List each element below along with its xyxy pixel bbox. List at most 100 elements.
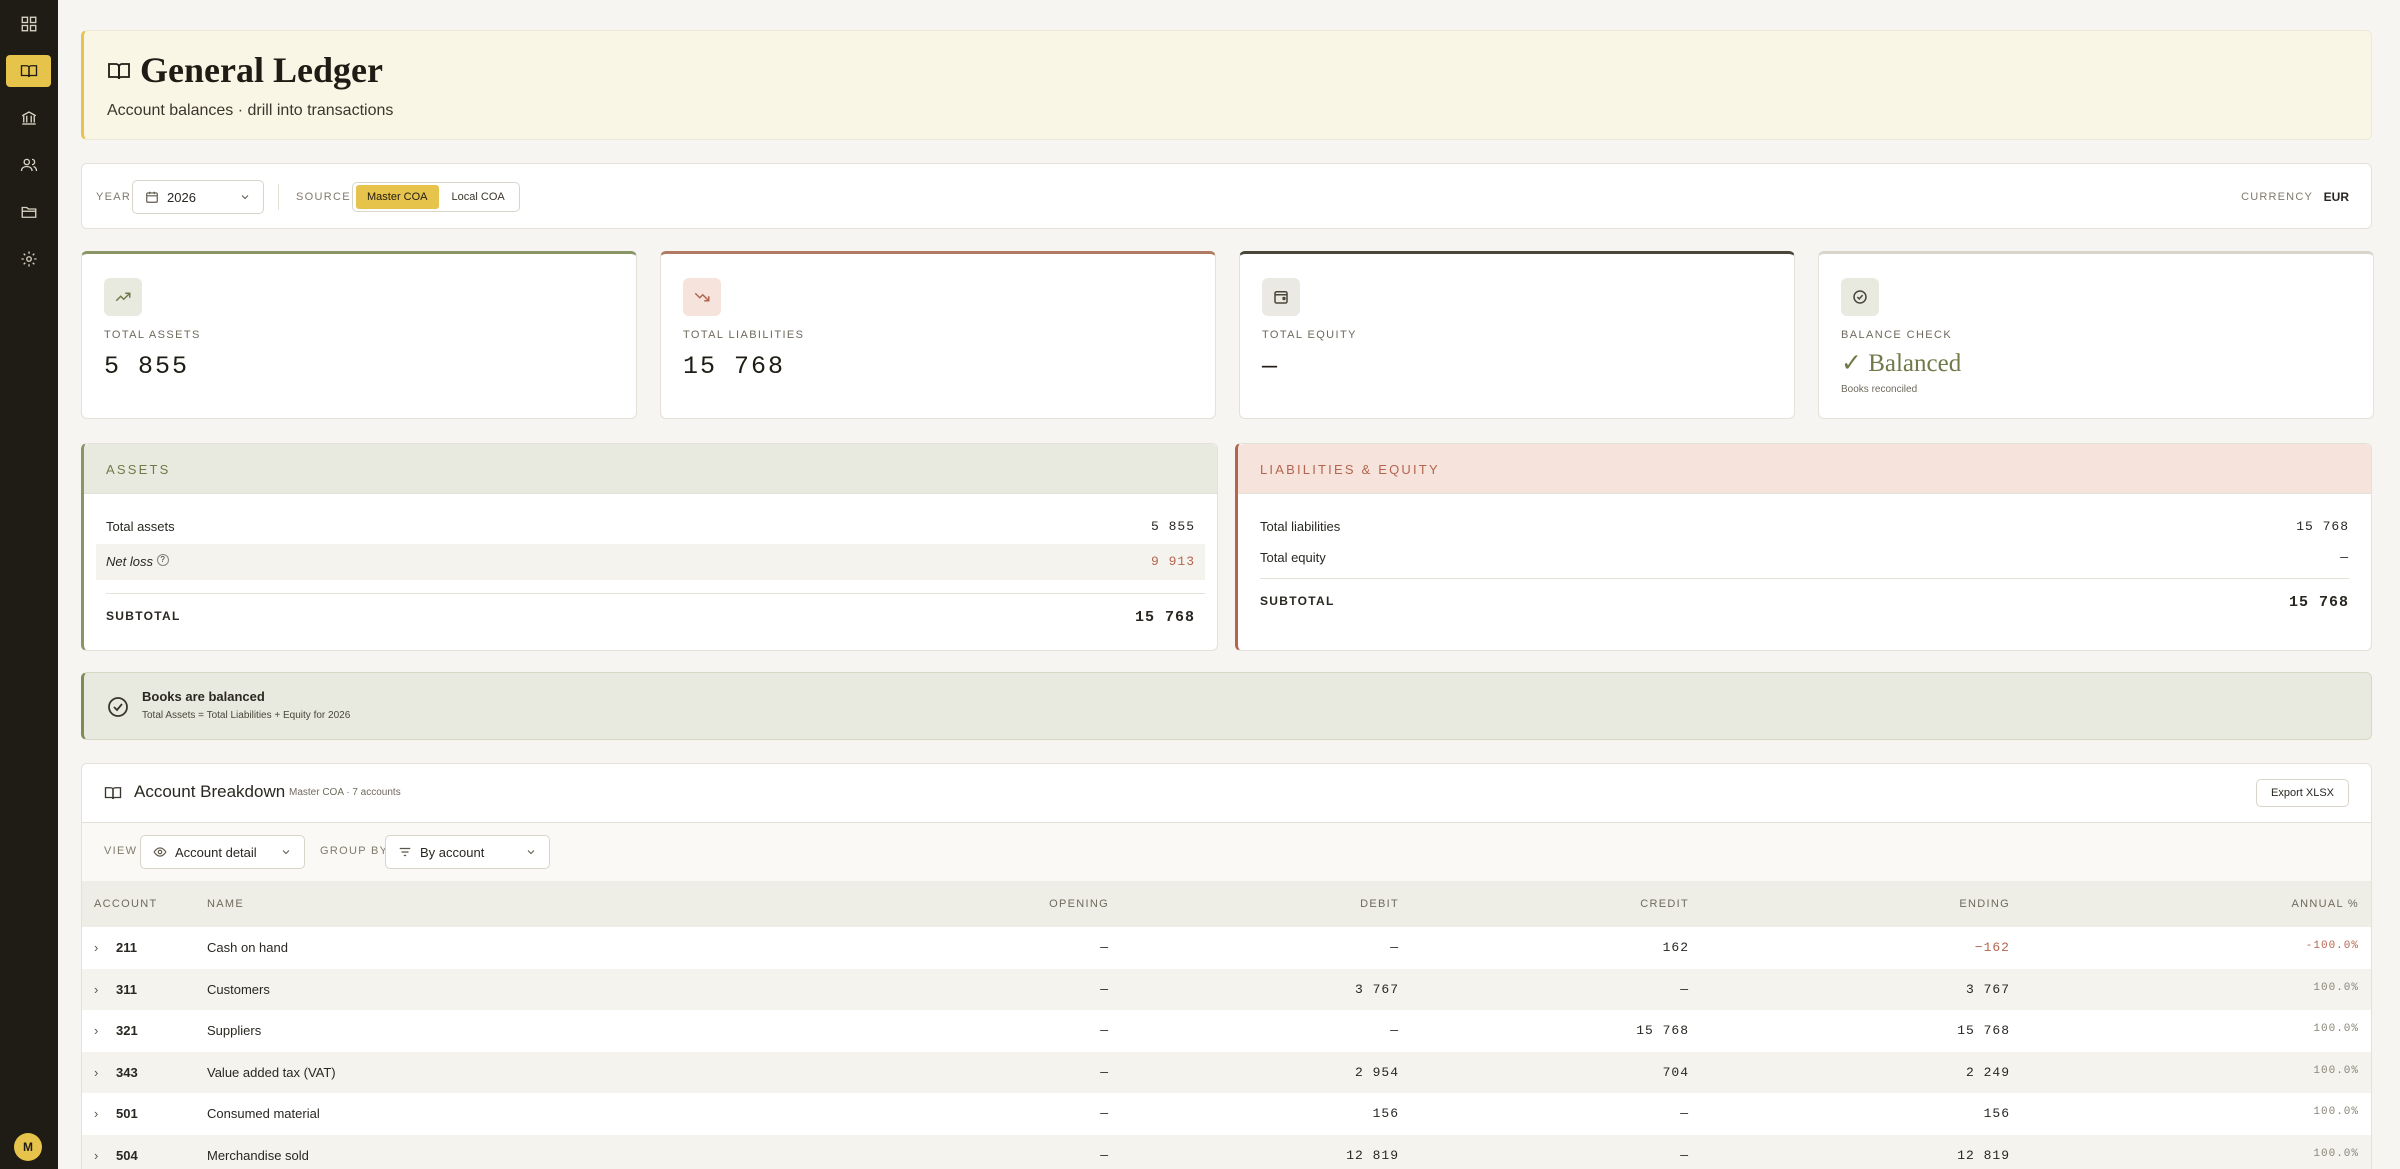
cell-opening: — [1100, 1064, 1109, 1080]
check-circle-icon [1841, 278, 1879, 316]
liabilities-title: LIABILITIES & EQUITY [1260, 462, 1440, 477]
view-label: VIEW [104, 845, 138, 857]
cell-ending: 12 819 [1957, 1147, 2010, 1163]
eye-icon [153, 847, 167, 857]
cell-account: 321 [116, 1023, 138, 1038]
source-option-local[interactable]: Local COA [441, 185, 516, 209]
sidebar-item-folders[interactable] [6, 196, 51, 228]
cell-name: Value added tax (VAT) [207, 1064, 336, 1080]
table-row[interactable]: › 211 Cash on hand — — 162 −162 -100.0% [82, 927, 2371, 968]
sidebar-item-bank[interactable] [6, 102, 51, 134]
year-value: 2026 [167, 189, 196, 205]
divider [1260, 578, 2349, 579]
cell-annual: 100.0% [2313, 1147, 2359, 1160]
sidebar-item-settings[interactable] [6, 243, 51, 275]
row-label: Total assets [106, 519, 175, 534]
cell-ending: 2 249 [1965, 1064, 2010, 1080]
cell-debit: 156 [1372, 1106, 1399, 1121]
group-by-select[interactable]: By account [385, 835, 550, 869]
cell-credit: — [1680, 1106, 1689, 1121]
chevron-right-icon[interactable]: › [94, 1148, 104, 1163]
column-header[interactable]: ENDING [1959, 898, 2010, 910]
cell-account: 501 [116, 1106, 138, 1121]
export-xlsx-button[interactable]: Export XLSX [2256, 779, 2349, 807]
subtotal-value: 15 768 [2288, 594, 2349, 611]
sidebar: M [0, 0, 58, 1169]
year-select[interactable]: 2026 [132, 180, 264, 214]
divider [106, 593, 1205, 594]
view-select[interactable]: Account detail [140, 835, 305, 869]
assets-row: Total assets 5 855 [106, 519, 1195, 534]
cell-credit: 162 [1662, 940, 1689, 955]
assets-subtotal: SUBTOTAL 15 768 [106, 609, 1195, 626]
dashboard-icon [21, 16, 36, 32]
account-breakdown: Account Breakdown Master COA · 7 account… [81, 763, 2372, 1169]
chevron-right-icon[interactable]: › [94, 1065, 104, 1080]
expand-toggle[interactable]: › [94, 1023, 104, 1038]
table-row[interactable]: › 311 Customers — 3 767 — 3 767 100.0% [82, 968, 2371, 1010]
sidebar-item-dashboard[interactable] [6, 8, 51, 40]
column-header[interactable]: DEBIT [1360, 898, 1399, 910]
row-value: 15 768 [2296, 519, 2349, 534]
book-icon [20, 65, 37, 78]
currency-label: CURRENCY [2241, 191, 2313, 203]
column-header[interactable]: ANNUAL % [2292, 898, 2359, 910]
sidebar-item-users[interactable] [6, 149, 51, 181]
cell-ending: 3 767 [1965, 981, 2010, 997]
chevron-right-icon[interactable]: › [94, 1023, 104, 1038]
expand-toggle[interactable]: › [94, 1148, 104, 1163]
column-header[interactable]: CREDIT [1640, 898, 1689, 910]
divider [278, 184, 279, 210]
cell-annual: 100.0% [2313, 1106, 2359, 1118]
page-title: General Ledger [140, 50, 383, 90]
cell-opening: — [1100, 981, 1109, 997]
expand-toggle[interactable]: › [94, 940, 104, 955]
cell-account: 211 [116, 940, 137, 955]
liabilities-row: Total liabilities 15 768 [1260, 519, 2349, 534]
table-row[interactable]: › 343 Value added tax (VAT) — 2 954 704 2 249 1… [82, 1051, 2371, 1093]
kpi-value: 5 855 [104, 352, 190, 381]
assets-title: ASSETS [106, 462, 171, 477]
column-header[interactable]: NAME [207, 898, 244, 910]
expand-toggle[interactable]: › [94, 1106, 104, 1121]
source-option-master[interactable]: Master COA [356, 185, 439, 209]
column-header[interactable]: ACCOUNT [94, 898, 158, 910]
chevron-right-icon[interactable]: › [94, 1106, 104, 1121]
column-header[interactable]: OPENING [1049, 898, 1109, 910]
cell-debit: — [1390, 1023, 1399, 1038]
info-icon[interactable]: ? [156, 554, 169, 566]
filter-icon [399, 847, 411, 857]
cell-account: 504 [116, 1147, 138, 1163]
liabilities-row: Total equity — [1260, 550, 2349, 565]
sidebar-item-ledger[interactable] [6, 55, 51, 87]
row-label: Net loss ? [106, 554, 169, 569]
chevron-right-icon[interactable]: › [94, 940, 104, 955]
filter-bar: YEAR 2026 SOURCE Master COA Local COA CU… [81, 163, 2372, 229]
chevron-right-icon[interactable]: › [94, 982, 104, 997]
expand-toggle[interactable]: › [94, 1065, 104, 1080]
kpi-label: TOTAL ASSETS [104, 329, 201, 341]
avatar[interactable]: M [14, 1133, 42, 1161]
balance-banner: Books are balanced Total Assets = Total … [81, 672, 2372, 740]
year-label: YEAR [96, 191, 132, 203]
calendar-icon [146, 191, 158, 203]
cell-ending: −162 [1974, 940, 2010, 955]
expand-toggle[interactable]: › [94, 982, 104, 997]
table-row[interactable]: › 504 Merchandise sold — 12 819 — 12 819 100.0% [82, 1134, 2371, 1169]
currency-value: EUR [2323, 190, 2349, 204]
kpi-total-liabilities: TOTAL LIABILITIES 15 768 [660, 251, 1216, 419]
kpi-value: — [1262, 352, 1280, 381]
kpi-label: BALANCE CHECK [1841, 329, 1953, 341]
cell-annual: 100.0% [2313, 1023, 2359, 1035]
cell-ending: 156 [1983, 1106, 2010, 1121]
cell-credit: — [1680, 981, 1689, 997]
cell-debit: 2 954 [1354, 1064, 1399, 1080]
cell-account: 343 [116, 1064, 138, 1080]
kpi-label: TOTAL LIABILITIES [683, 329, 805, 341]
assets-section: ASSETS Total assets 5 855 Net loss ? 9 9… [81, 443, 1218, 651]
kpi-value: 15 768 [683, 352, 786, 381]
table-row[interactable]: › 321 Suppliers — — 15 768 15 768 100.0% [82, 1010, 2371, 1051]
group-by-label: GROUP BY [320, 845, 389, 857]
kpi-subtext: Books reconciled [1841, 384, 1918, 395]
table-row[interactable]: › 501 Consumed material — 156 — 156 100.0% [82, 1093, 2371, 1134]
